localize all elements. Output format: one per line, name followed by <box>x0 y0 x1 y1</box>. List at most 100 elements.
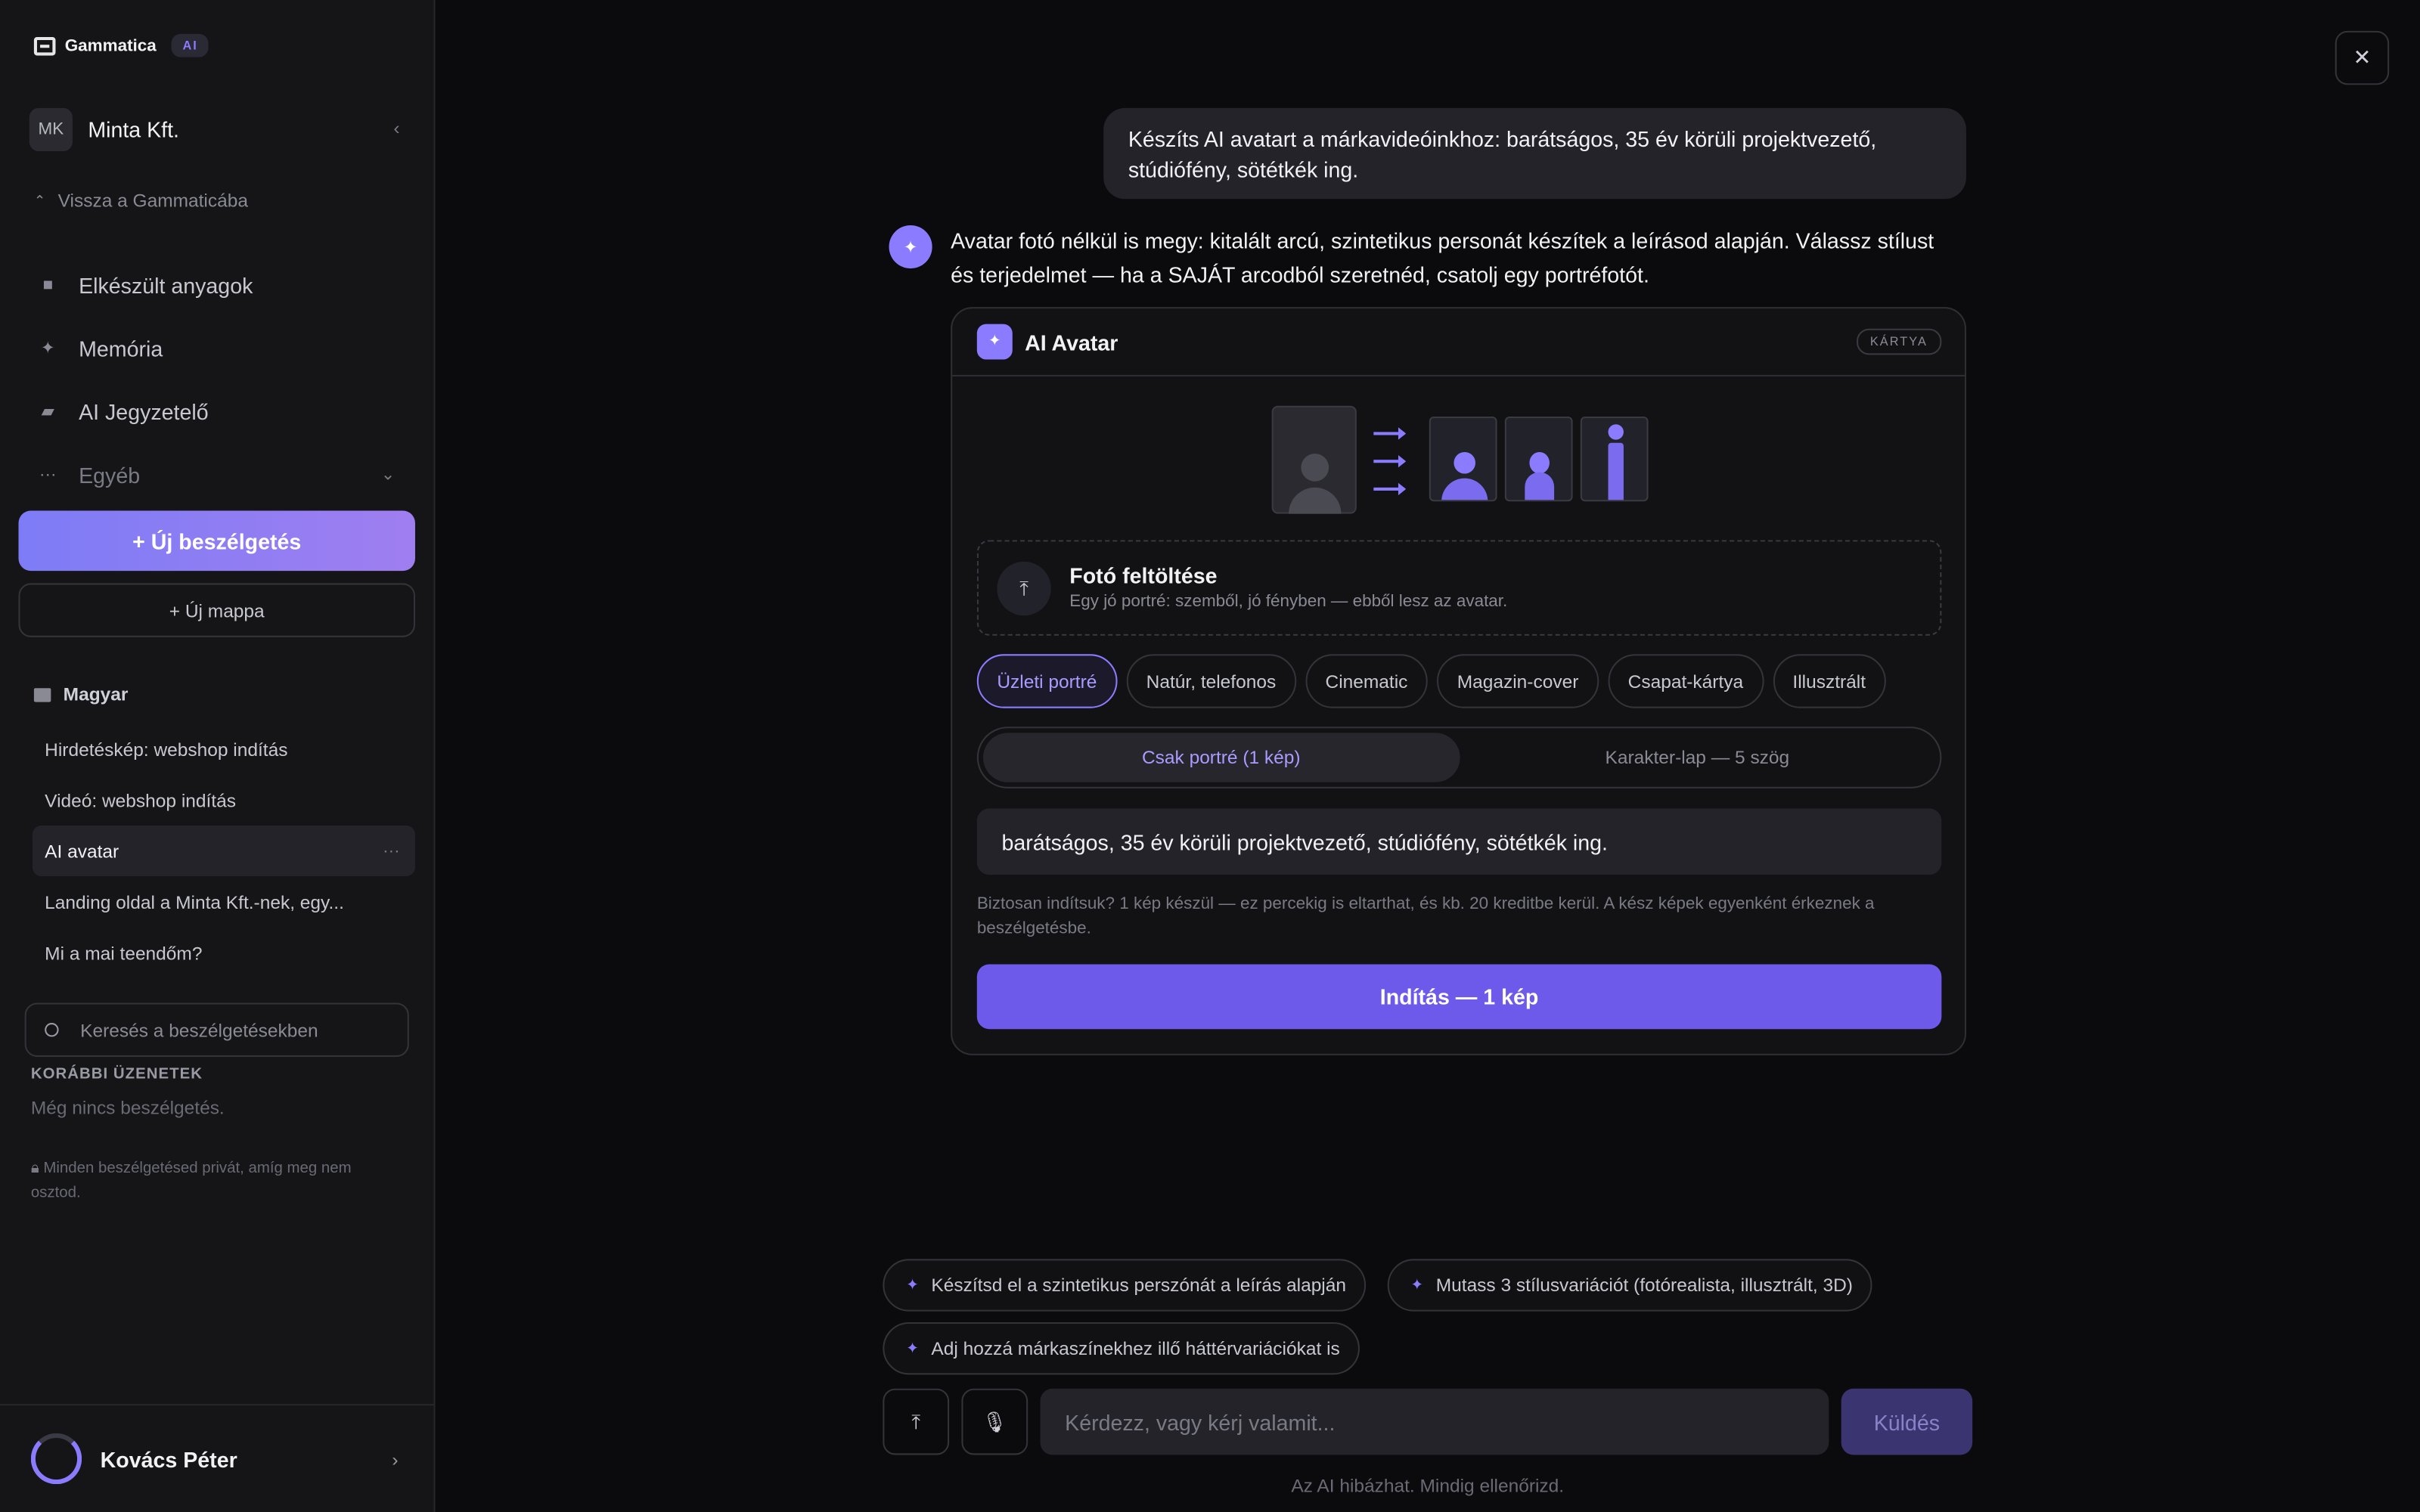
assistant-message: Avatar fotó nélkül is megy: kitalált arc… <box>951 228 1934 287</box>
photo-upload-dropzone[interactable]: ⤒ Fotó feltöltése Egy jó portré: szemből… <box>976 540 1942 636</box>
sparkle-icon: ✦ <box>976 324 1013 360</box>
folder-header[interactable]: Magyar <box>33 683 129 705</box>
conversation-search[interactable] <box>24 1002 409 1057</box>
ai-badge: AI <box>172 33 209 57</box>
attach-button[interactable]: ⤒ <box>883 1388 950 1455</box>
sparkle-icon: ✦ <box>905 1340 920 1357</box>
org-name: Minta Kft. <box>88 117 180 142</box>
close-button[interactable]: ✕ <box>2335 30 2390 85</box>
sidebar-item-finished[interactable]: ■ Elkészült anyagok <box>34 253 405 317</box>
folder-icon <box>33 687 51 702</box>
microphone-button[interactable]: 🎙︎ <box>961 1388 1028 1455</box>
arrow-right-icon <box>1373 427 1407 440</box>
style-chips: Üzleti portré Natúr, telefonos Cinematic… <box>976 654 1886 708</box>
card-header: ✦ AI Avatar KÁRTYA <box>952 308 1965 376</box>
sparkle-icon: ✦ <box>1410 1276 1424 1294</box>
sidebar-item-notetaker[interactable]: ▰ AI Jegyzetelő <box>34 380 405 443</box>
suggestion-chip[interactable]: ✦ Mutass 3 stílusvariációt (fotórealista… <box>1387 1259 1873 1312</box>
search-input[interactable] <box>80 1018 389 1041</box>
chat-input[interactable] <box>1040 1388 1829 1455</box>
avatar <box>30 1433 82 1485</box>
collapse-chevron-icon[interactable]: ‹ <box>393 117 399 139</box>
style-chip[interactable]: Illusztrált <box>1772 654 1886 708</box>
source-portrait-icon <box>1271 405 1357 514</box>
avatar-prompt-field[interactable]: barátságos, 35 év körüli projektvezető, … <box>976 808 1942 875</box>
user-profile[interactable]: Kovács Péter › <box>0 1404 436 1512</box>
confirm-note: Biztosan indítsuk? 1 kép készül — ez per… <box>976 894 1875 938</box>
back-link-label: Vissza a Gammaticába <box>57 190 248 212</box>
style-chip[interactable]: Csapat-kártya <box>1608 654 1764 708</box>
style-chip-selected[interactable]: Üzleti portré <box>976 654 1117 708</box>
brand-name: Gammatica <box>64 36 157 55</box>
sidebar-item-label: Memória <box>79 335 163 361</box>
suggestion-text: Adj hozzá márkaszínekhez illő háttérvari… <box>931 1337 1340 1359</box>
suggestion-text: Mutass 3 stílusvariációt (fotórealista, … <box>1435 1274 1853 1297</box>
conversation-title: Hirdetéskép: webshop indítás <box>45 738 288 761</box>
org-switcher[interactable]: MK Minta Kft. ‹ <box>29 107 409 151</box>
start-button[interactable]: Indítás — 1 kép <box>976 964 1942 1030</box>
conversation-title: Videó: webshop indítás <box>45 789 236 811</box>
privacy-text: Minden beszélgetésed privát, amíg meg ne… <box>30 1160 352 1202</box>
user-message: Készíts AI avatart a márkavideóinkhoz: b… <box>1103 107 1966 200</box>
list-item-active[interactable]: AI avatar ··· <box>32 825 415 877</box>
ai-avatar-card: ✦ AI Avatar KÁRTYA ⤒ Fotó feltöltése Egy… <box>951 307 1966 1055</box>
card-tag: KÁRTYA <box>1856 328 1942 355</box>
style-chip[interactable]: Natúr, telefonos <box>1126 654 1296 708</box>
privacy-note: 🔒︎ Minden beszélgetésed privát, amíg meg… <box>31 1157 402 1207</box>
ai-disclaimer: Az AI hibázhat. Mindig ellenőrizd. <box>1291 1475 1565 1497</box>
conversation-list: Hirdetéskép: webshop indítás Videó: webs… <box>32 723 415 978</box>
sparkle-icon: ✦ <box>905 1276 920 1294</box>
previous-messages-label: KORÁBBI ÜZENETEK <box>30 1066 203 1083</box>
chevron-right-icon: › <box>392 1448 399 1470</box>
sidebar-item-label: AI Jegyzetelő <box>79 398 209 424</box>
app: Gammatica AI MK Minta Kft. ‹ ⌃ Vissza a … <box>0 0 2420 1512</box>
back-link[interactable]: ⌃ Vissza a Gammaticába <box>34 190 248 212</box>
microphone-icon: 🎙︎ <box>982 1409 1008 1433</box>
card-title: AI Avatar <box>1025 329 1118 355</box>
chevron-down-icon: ⌄ <box>380 466 396 485</box>
conversation-title: Landing oldal a Minta Kft.-nek, egy... <box>45 891 344 913</box>
scope-option[interactable]: Karakter-lap — 5 szög <box>1460 733 1936 782</box>
list-item[interactable]: Hirdetéskép: webshop indítás <box>33 723 415 774</box>
list-item[interactable]: Landing oldal a Minta Kft.-nek, egy... <box>33 876 415 927</box>
style-chip[interactable]: Magazin-cover <box>1437 654 1599 708</box>
send-button[interactable]: Küldés <box>1841 1388 1973 1455</box>
sidebar-item-label: Elkészült anyagok <box>79 272 253 297</box>
sidebar-item-memory[interactable]: ✦ Memória <box>34 316 405 380</box>
conversation-title: AI avatar <box>45 840 119 862</box>
list-item[interactable]: Mi a mai teendőm? <box>33 928 415 978</box>
arrow-right-icon <box>1373 482 1407 496</box>
avatar-fullbody-icon <box>1580 417 1649 502</box>
avatar-illustration <box>1271 405 1650 517</box>
org-avatar: MK <box>29 107 73 151</box>
avatar-front-icon <box>1429 417 1497 502</box>
assistant-sparkle-icon: ✦ <box>889 225 932 269</box>
more-icon: ··· <box>39 465 57 484</box>
previous-messages-empty: Még nincs beszélgetés. <box>30 1097 225 1119</box>
message-input[interactable] <box>1065 1409 1806 1434</box>
folder-icon: ■ <box>42 275 54 294</box>
suggestion-chip[interactable]: ✦ Adj hozzá márkaszínekhez illő háttérva… <box>883 1321 1360 1375</box>
new-chat-button[interactable]: + Új beszélgetés <box>18 510 415 572</box>
scope-option-selected[interactable]: Csak portré (1 kép) <box>982 733 1460 782</box>
sidebar-item-other[interactable]: ··· Egyéb ⌄ <box>34 443 405 507</box>
search-icon <box>45 1023 59 1037</box>
scope-toggle: Csak portré (1 kép) Karakter-lap — 5 szö… <box>976 727 1942 789</box>
style-chip[interactable]: Cinematic <box>1305 654 1428 708</box>
avatar-side-icon <box>1504 417 1573 502</box>
video-icon: ▰ <box>41 402 54 422</box>
new-folder-button[interactable]: + Új mappa <box>18 583 415 637</box>
upload-subtitle: Egy jó portré: szemből, jó fényben — ebb… <box>1069 592 1508 612</box>
sidebar: Gammatica AI MK Minta Kft. ‹ ⌃ Vissza a … <box>0 0 436 1512</box>
brand[interactable]: Gammatica AI <box>33 33 209 57</box>
chevron-up-icon: ⌃ <box>33 192 46 208</box>
sidebar-item-label: Egyéb <box>79 462 141 487</box>
upload-icon: ⤒ <box>911 1409 921 1433</box>
list-item[interactable]: Videó: webshop indítás <box>33 774 415 825</box>
folder-name: Magyar <box>63 683 129 705</box>
sidebar-nav: ■ Elkészült anyagok ✦ Memória ▰ AI Jegyz… <box>34 253 405 507</box>
suggestion-text: Készítsd el a szintetikus perszónát a le… <box>931 1274 1346 1297</box>
more-options-icon[interactable]: ··· <box>383 841 399 860</box>
upload-icon: ⤒ <box>997 561 1051 616</box>
suggestion-chip[interactable]: ✦ Készítsd el a szintetikus perszónát a … <box>883 1259 1367 1312</box>
